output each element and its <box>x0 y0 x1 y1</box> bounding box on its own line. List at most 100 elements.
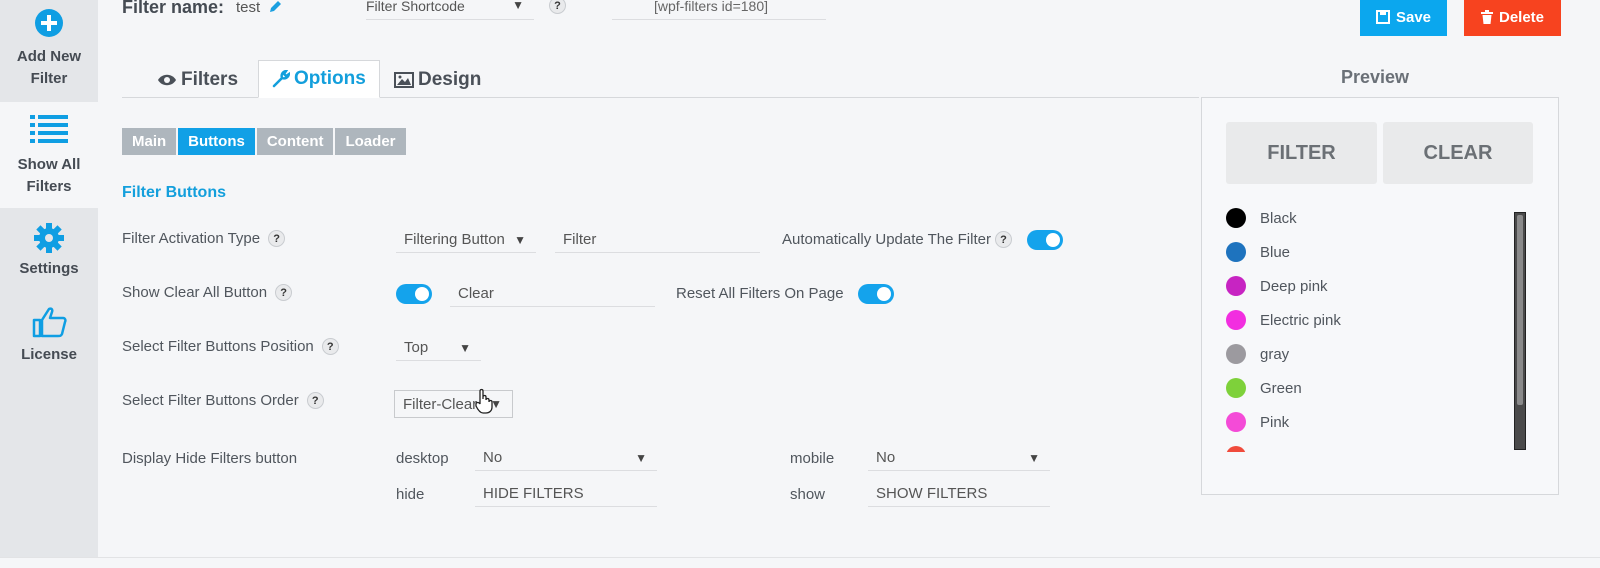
help-icon[interactable]: ? <box>549 0 566 14</box>
help-icon[interactable]: ? <box>268 230 286 247</box>
shortcode-field[interactable]: [wpf-filters id=180] <box>612 0 826 20</box>
sidebar-item-label: Settings <box>19 260 79 277</box>
color-name: Blue <box>1260 243 1291 261</box>
shortcode-select-value: Filter Shortcode <box>366 0 465 14</box>
auto-update-row: Automatically Update The Filter ? <box>782 231 1012 248</box>
sidebar-item-settings[interactable]: Settings <box>0 222 98 292</box>
color-name: Pink <box>1260 413 1290 431</box>
preview-panel: FILTER CLEAR Black Blue Deep pink Electr… <box>1201 97 1559 495</box>
activation-type-row-label: Filter Activation Type ? <box>122 230 286 247</box>
tab-label: Options <box>294 68 366 89</box>
sidebar-item-add-new-filter[interactable]: Add New Filter <box>0 0 98 102</box>
position-row-label: Select Filter Buttons Position ? <box>122 338 339 355</box>
save-button[interactable]: Save <box>1360 0 1447 36</box>
auto-update-label: Automatically Update The Filter <box>782 231 991 248</box>
color-dot <box>1226 276 1246 296</box>
color-dot <box>1226 310 1246 330</box>
clear-all-label: Show Clear All Button <box>122 284 268 301</box>
color-name: gray <box>1260 345 1290 363</box>
reset-filters-label: Reset All Filters On Page <box>676 285 844 302</box>
desktop-select[interactable]: No ▼ <box>475 445 657 471</box>
image-icon <box>394 71 414 88</box>
help-icon[interactable]: ? <box>275 284 293 301</box>
sidebar-item-label: Add New Filter <box>16 48 82 87</box>
list-item[interactable]: Deep pink <box>1226 276 1328 296</box>
subtab-buttons[interactable]: Buttons <box>178 128 255 155</box>
sidebar-item-label: License <box>21 346 77 363</box>
help-icon[interactable]: ? <box>306 392 324 409</box>
filter-name-value: test <box>236 0 261 16</box>
subtab-loader[interactable]: Loader <box>335 128 406 155</box>
tab-design[interactable]: Design <box>394 61 481 98</box>
color-dot <box>1226 412 1246 432</box>
hide-text-input[interactable]: HIDE FILTERS <box>475 481 657 507</box>
position-value: Top <box>404 339 429 356</box>
order-row-label: Select Filter Buttons Order ? <box>122 392 324 409</box>
tab-options[interactable]: Options <box>258 60 380 98</box>
chevron-down-icon: ▼ <box>635 450 647 465</box>
clear-button-text-input[interactable]: Clear <box>450 281 655 307</box>
main-tabs: Filters Options Design <box>122 60 1199 98</box>
color-dot <box>1226 242 1246 262</box>
options-subtabs: Main Buttons Content Loader <box>122 128 406 155</box>
sidebar-item-license[interactable]: License <box>0 306 98 370</box>
help-icon[interactable]: ? <box>321 338 339 355</box>
pencil-icon[interactable] <box>268 0 282 14</box>
auto-update-toggle[interactable] <box>1027 230 1063 250</box>
order-value: Filter-Clear <box>403 395 478 413</box>
save-label: Save <box>1395 8 1432 26</box>
preview-title: Preview <box>1341 67 1410 87</box>
color-dot <box>1226 446 1246 452</box>
plus-circle-icon <box>35 9 63 37</box>
color-name: Deep pink <box>1260 277 1328 295</box>
order-select[interactable]: Filter-Clear ▼ <box>394 390 513 418</box>
reset-filters-toggle[interactable] <box>858 284 894 304</box>
activation-type-label: Filter Activation Type <box>122 230 261 247</box>
clear-all-toggle[interactable] <box>396 284 432 304</box>
show-text-input[interactable]: SHOW FILTERS <box>868 481 1050 507</box>
color-dot <box>1226 378 1246 398</box>
mobile-select[interactable]: No ▼ <box>868 445 1050 471</box>
subtab-main[interactable]: Main <box>122 128 177 155</box>
sidebar: Add New Filter Show All Filters Settings… <box>0 0 98 557</box>
tab-label: Filters <box>181 68 239 90</box>
eye-icon <box>158 74 176 85</box>
list-item[interactable]: Green <box>1226 378 1302 398</box>
chevron-down-icon: ▼ <box>459 340 471 355</box>
footer-divider <box>0 557 1600 558</box>
list-item[interactable]: Black <box>1226 208 1297 228</box>
preview-filter-button[interactable]: FILTER <box>1226 122 1377 184</box>
list-item[interactable] <box>1226 446 1246 452</box>
scrollbar-thumb[interactable] <box>1517 215 1523 405</box>
list-item[interactable]: gray <box>1226 344 1289 364</box>
position-label: Select Filter Buttons Position <box>122 338 314 355</box>
color-dot <box>1226 344 1246 364</box>
section-title: Filter Buttons <box>122 184 226 201</box>
tab-label: Design <box>418 68 482 90</box>
floppy-icon <box>1375 10 1390 24</box>
activation-type-select[interactable]: Filtering Button ▼ <box>396 227 536 253</box>
tab-filters[interactable]: Filters <box>157 61 238 98</box>
mobile-value: No <box>876 449 896 466</box>
filter-button-text-input[interactable]: Filter <box>555 227 760 253</box>
preview-scrollbar[interactable] <box>1514 212 1526 450</box>
list-item[interactable]: Blue <box>1226 242 1290 262</box>
color-name: Electric pink <box>1260 311 1341 329</box>
delete-button[interactable]: Delete <box>1464 0 1561 36</box>
color-name: Green <box>1260 379 1302 397</box>
hide-filters-label: Display Hide Filters button <box>122 450 298 467</box>
position-select[interactable]: Top ▼ <box>396 335 481 361</box>
help-icon[interactable]: ? <box>994 231 1012 248</box>
color-dot <box>1226 208 1246 228</box>
clear-all-row-label: Show Clear All Button ? <box>122 284 293 301</box>
list-item[interactable]: Pink <box>1226 412 1289 432</box>
show-text-label: show <box>790 486 826 503</box>
chevron-down-icon: ▼ <box>514 232 526 247</box>
list-item[interactable]: Electric pink <box>1226 310 1341 330</box>
preview-clear-button[interactable]: CLEAR <box>1383 122 1533 184</box>
subtab-content[interactable]: Content <box>256 128 334 155</box>
hide-text-label: hide <box>396 486 425 503</box>
gear-icon <box>34 223 64 253</box>
shortcode-select[interactable]: Filter Shortcode ▼ <box>366 0 534 20</box>
sidebar-item-show-all-filters[interactable]: Show All Filters <box>0 102 98 208</box>
